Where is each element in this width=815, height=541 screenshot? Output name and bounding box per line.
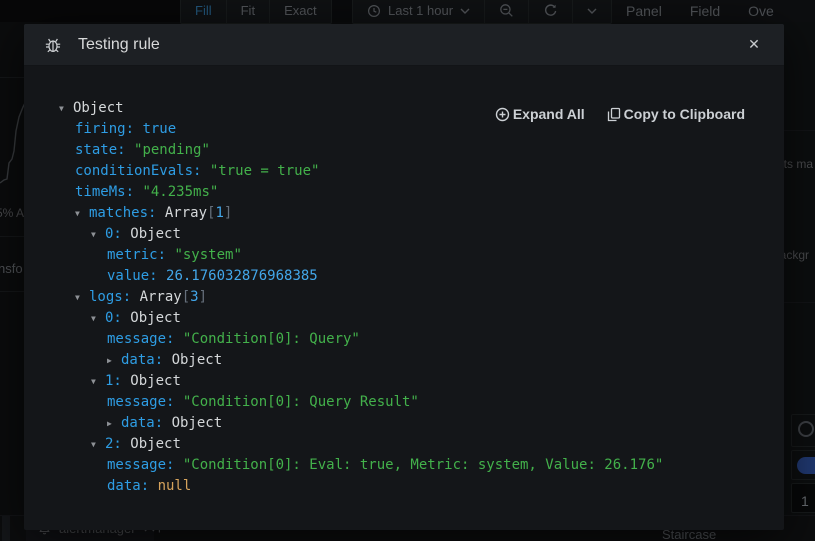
expand-arrow-icon[interactable]: ▶ bbox=[107, 350, 121, 371]
json-array-label: Array bbox=[165, 205, 207, 221]
json-key: message: bbox=[107, 457, 183, 473]
json-value: "Condition[0]: Query" bbox=[183, 331, 360, 347]
json-object-label: Object bbox=[172, 352, 223, 368]
testing-rule-modal: Testing rule ✕ Expand All Copy to Clipbo… bbox=[24, 24, 784, 530]
json-tree-row: value: 26.176032876968385 bbox=[24, 266, 784, 287]
json-tree-row: state: "pending" bbox=[24, 140, 784, 161]
json-object-label: Object bbox=[73, 100, 124, 116]
json-value: "Condition[0]: Query Result" bbox=[183, 394, 419, 410]
collapse-arrow-icon[interactable]: ▼ bbox=[91, 308, 105, 329]
json-value: "system" bbox=[174, 247, 241, 263]
json-key: 0: bbox=[105, 226, 130, 242]
json-key: state: bbox=[75, 142, 134, 158]
json-key: logs: bbox=[89, 289, 140, 305]
modal-title: Testing rule bbox=[78, 36, 160, 54]
json-key: timeMs: bbox=[75, 184, 142, 200]
json-tree-row: metric: "system" bbox=[24, 245, 784, 266]
json-object-label: Object bbox=[130, 310, 181, 326]
json-tree-row: message: "Condition[0]: Query" bbox=[24, 329, 784, 350]
collapse-arrow-icon[interactable]: ▼ bbox=[91, 224, 105, 245]
json-key: data: bbox=[107, 478, 158, 494]
json-key: value: bbox=[107, 268, 166, 284]
json-tree: ▼Objectfiring: truestate: "pending"condi… bbox=[24, 98, 784, 497]
json-tree-row: timeMs: "4.235ms" bbox=[24, 182, 784, 203]
json-value: "pending" bbox=[134, 142, 210, 158]
json-key: message: bbox=[107, 331, 183, 347]
json-object-label: Object bbox=[130, 226, 181, 242]
json-object-label: Object bbox=[130, 436, 181, 452]
json-bracket: ] bbox=[199, 289, 207, 305]
json-value: "4.235ms" bbox=[142, 184, 218, 200]
json-tree-row: message: "Condition[0]: Query Result" bbox=[24, 392, 784, 413]
json-value: 26.176032876968385 bbox=[166, 268, 318, 284]
json-key: 1: bbox=[105, 373, 130, 389]
json-tree-row: ▼matches: Array[1] bbox=[24, 203, 784, 224]
modal-header: Testing rule ✕ bbox=[24, 24, 784, 66]
json-array-label: Array bbox=[140, 289, 182, 305]
collapse-arrow-icon[interactable]: ▼ bbox=[75, 287, 89, 308]
json-value: "Condition[0]: Eval: true, Metric: syste… bbox=[183, 457, 663, 473]
collapse-arrow-icon[interactable]: ▼ bbox=[91, 371, 105, 392]
screen: Fill Fit Exact Last 1 hour bbox=[0, 0, 815, 541]
json-bracket: [ bbox=[182, 289, 190, 305]
json-value: "true = true" bbox=[210, 163, 320, 179]
json-key: metric: bbox=[107, 247, 174, 263]
json-tree-row: ▶data: Object bbox=[24, 350, 784, 371]
json-key: message: bbox=[107, 394, 183, 410]
close-icon[interactable]: ✕ bbox=[746, 35, 762, 53]
json-tree-row: ▶data: Object bbox=[24, 413, 784, 434]
collapse-arrow-icon[interactable]: ▼ bbox=[75, 203, 89, 224]
collapse-arrow-icon[interactable]: ▼ bbox=[59, 98, 73, 119]
json-object-label: Object bbox=[130, 373, 181, 389]
json-tree-row: ▼0: Object bbox=[24, 308, 784, 329]
json-key: data: bbox=[121, 352, 172, 368]
json-key: 2: bbox=[105, 436, 130, 452]
json-tree-row: data: null bbox=[24, 476, 784, 497]
json-tree-row: ▼1: Object bbox=[24, 371, 784, 392]
json-array-count: 3 bbox=[190, 289, 198, 305]
json-tree-row: firing: true bbox=[24, 119, 784, 140]
json-tree-row: conditionEvals: "true = true" bbox=[24, 161, 784, 182]
json-tree-row: ▼Object bbox=[24, 98, 784, 119]
json-tree-row: ▼0: Object bbox=[24, 224, 784, 245]
json-object-label: Object bbox=[172, 415, 223, 431]
json-tree-row: ▼logs: Array[3] bbox=[24, 287, 784, 308]
json-key: conditionEvals: bbox=[75, 163, 210, 179]
expand-arrow-icon[interactable]: ▶ bbox=[107, 413, 121, 434]
json-bracket: ] bbox=[224, 205, 232, 221]
json-value: null bbox=[158, 478, 192, 494]
bug-icon bbox=[44, 36, 62, 54]
json-tree-row: ▼2: Object bbox=[24, 434, 784, 455]
json-key: 0: bbox=[105, 310, 130, 326]
json-array-count: 1 bbox=[215, 205, 223, 221]
collapse-arrow-icon[interactable]: ▼ bbox=[91, 434, 105, 455]
json-key: firing: bbox=[75, 121, 142, 137]
json-key: data: bbox=[121, 415, 172, 431]
json-key: matches: bbox=[89, 205, 165, 221]
json-value: true bbox=[142, 121, 176, 137]
json-tree-row: message: "Condition[0]: Eval: true, Metr… bbox=[24, 455, 784, 476]
